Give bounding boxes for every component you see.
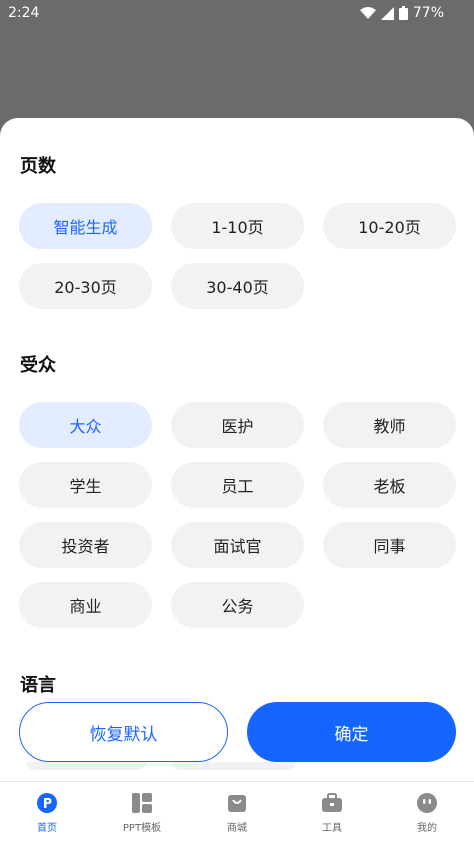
- battery-percent: 77%: [412, 5, 444, 21]
- language-chip-peek: [171, 762, 296, 770]
- template-icon: [132, 793, 152, 813]
- battery-icon: [398, 6, 408, 20]
- chip-audience-employee[interactable]: 员工: [171, 462, 304, 508]
- chip-pages-10-20[interactable]: 10-20页: [323, 203, 456, 249]
- status-icons: 77%: [359, 5, 444, 21]
- tab-label: 首页: [37, 823, 57, 834]
- tab-label: 我的: [417, 823, 437, 834]
- chip-pages-auto[interactable]: 智能生成: [19, 203, 152, 249]
- chip-audience-medical[interactable]: 医护: [171, 402, 304, 448]
- shopping-bag-icon: [228, 795, 246, 812]
- tab-profile[interactable]: 我的: [387, 792, 467, 834]
- language-chip-peek: [26, 762, 146, 770]
- tab-label: 商城: [227, 823, 247, 834]
- profile-face-icon: [417, 793, 437, 813]
- chip-audience-interviewer[interactable]: 面试官: [171, 522, 304, 568]
- chip-audience-business[interactable]: 商业: [19, 582, 152, 628]
- section-title-audience: 受众: [20, 355, 56, 376]
- tab-label: PPT模板: [122, 823, 162, 834]
- status-bar: 2:24 77%: [0, 0, 474, 26]
- status-time: 2:24: [8, 5, 40, 21]
- home-p-icon: [37, 793, 57, 813]
- reset-default-button[interactable]: 恢复默认: [19, 702, 228, 762]
- chip-pages-1-10[interactable]: 1-10页: [171, 203, 304, 249]
- chip-audience-colleague[interactable]: 同事: [323, 522, 456, 568]
- tab-ppt-templates[interactable]: PPT模板: [102, 792, 182, 834]
- bottom-tab-bar: 首页 PPT模板 商城 工具 我的: [0, 781, 474, 843]
- tab-tools[interactable]: 工具: [292, 792, 372, 834]
- toolbox-icon: [322, 793, 342, 812]
- tab-home[interactable]: 首页: [7, 792, 87, 834]
- confirm-button[interactable]: 确定: [247, 702, 456, 762]
- chip-pages-20-30[interactable]: 20-30页: [19, 263, 152, 309]
- chip-audience-public[interactable]: 大众: [19, 402, 152, 448]
- tab-label: 工具: [322, 823, 342, 834]
- filter-sheet: 页数 智能生成 1-10页 10-20页 20-30页 30-40页 受众 大众…: [0, 118, 474, 781]
- chip-audience-investor[interactable]: 投资者: [19, 522, 152, 568]
- chip-audience-official[interactable]: 公务: [171, 582, 304, 628]
- chip-audience-teacher[interactable]: 教师: [323, 402, 456, 448]
- section-title-language: 语言: [20, 675, 56, 696]
- section-title-pages: 页数: [20, 156, 56, 177]
- chip-audience-student[interactable]: 学生: [19, 462, 152, 508]
- wifi-icon: [359, 6, 376, 19]
- chip-audience-boss[interactable]: 老板: [323, 462, 456, 508]
- cell-signal-icon: [380, 6, 394, 20]
- sheet-footer: 恢复默认 确定: [0, 696, 474, 781]
- chip-pages-30-40[interactable]: 30-40页: [171, 263, 304, 309]
- tab-store[interactable]: 商城: [197, 792, 277, 834]
